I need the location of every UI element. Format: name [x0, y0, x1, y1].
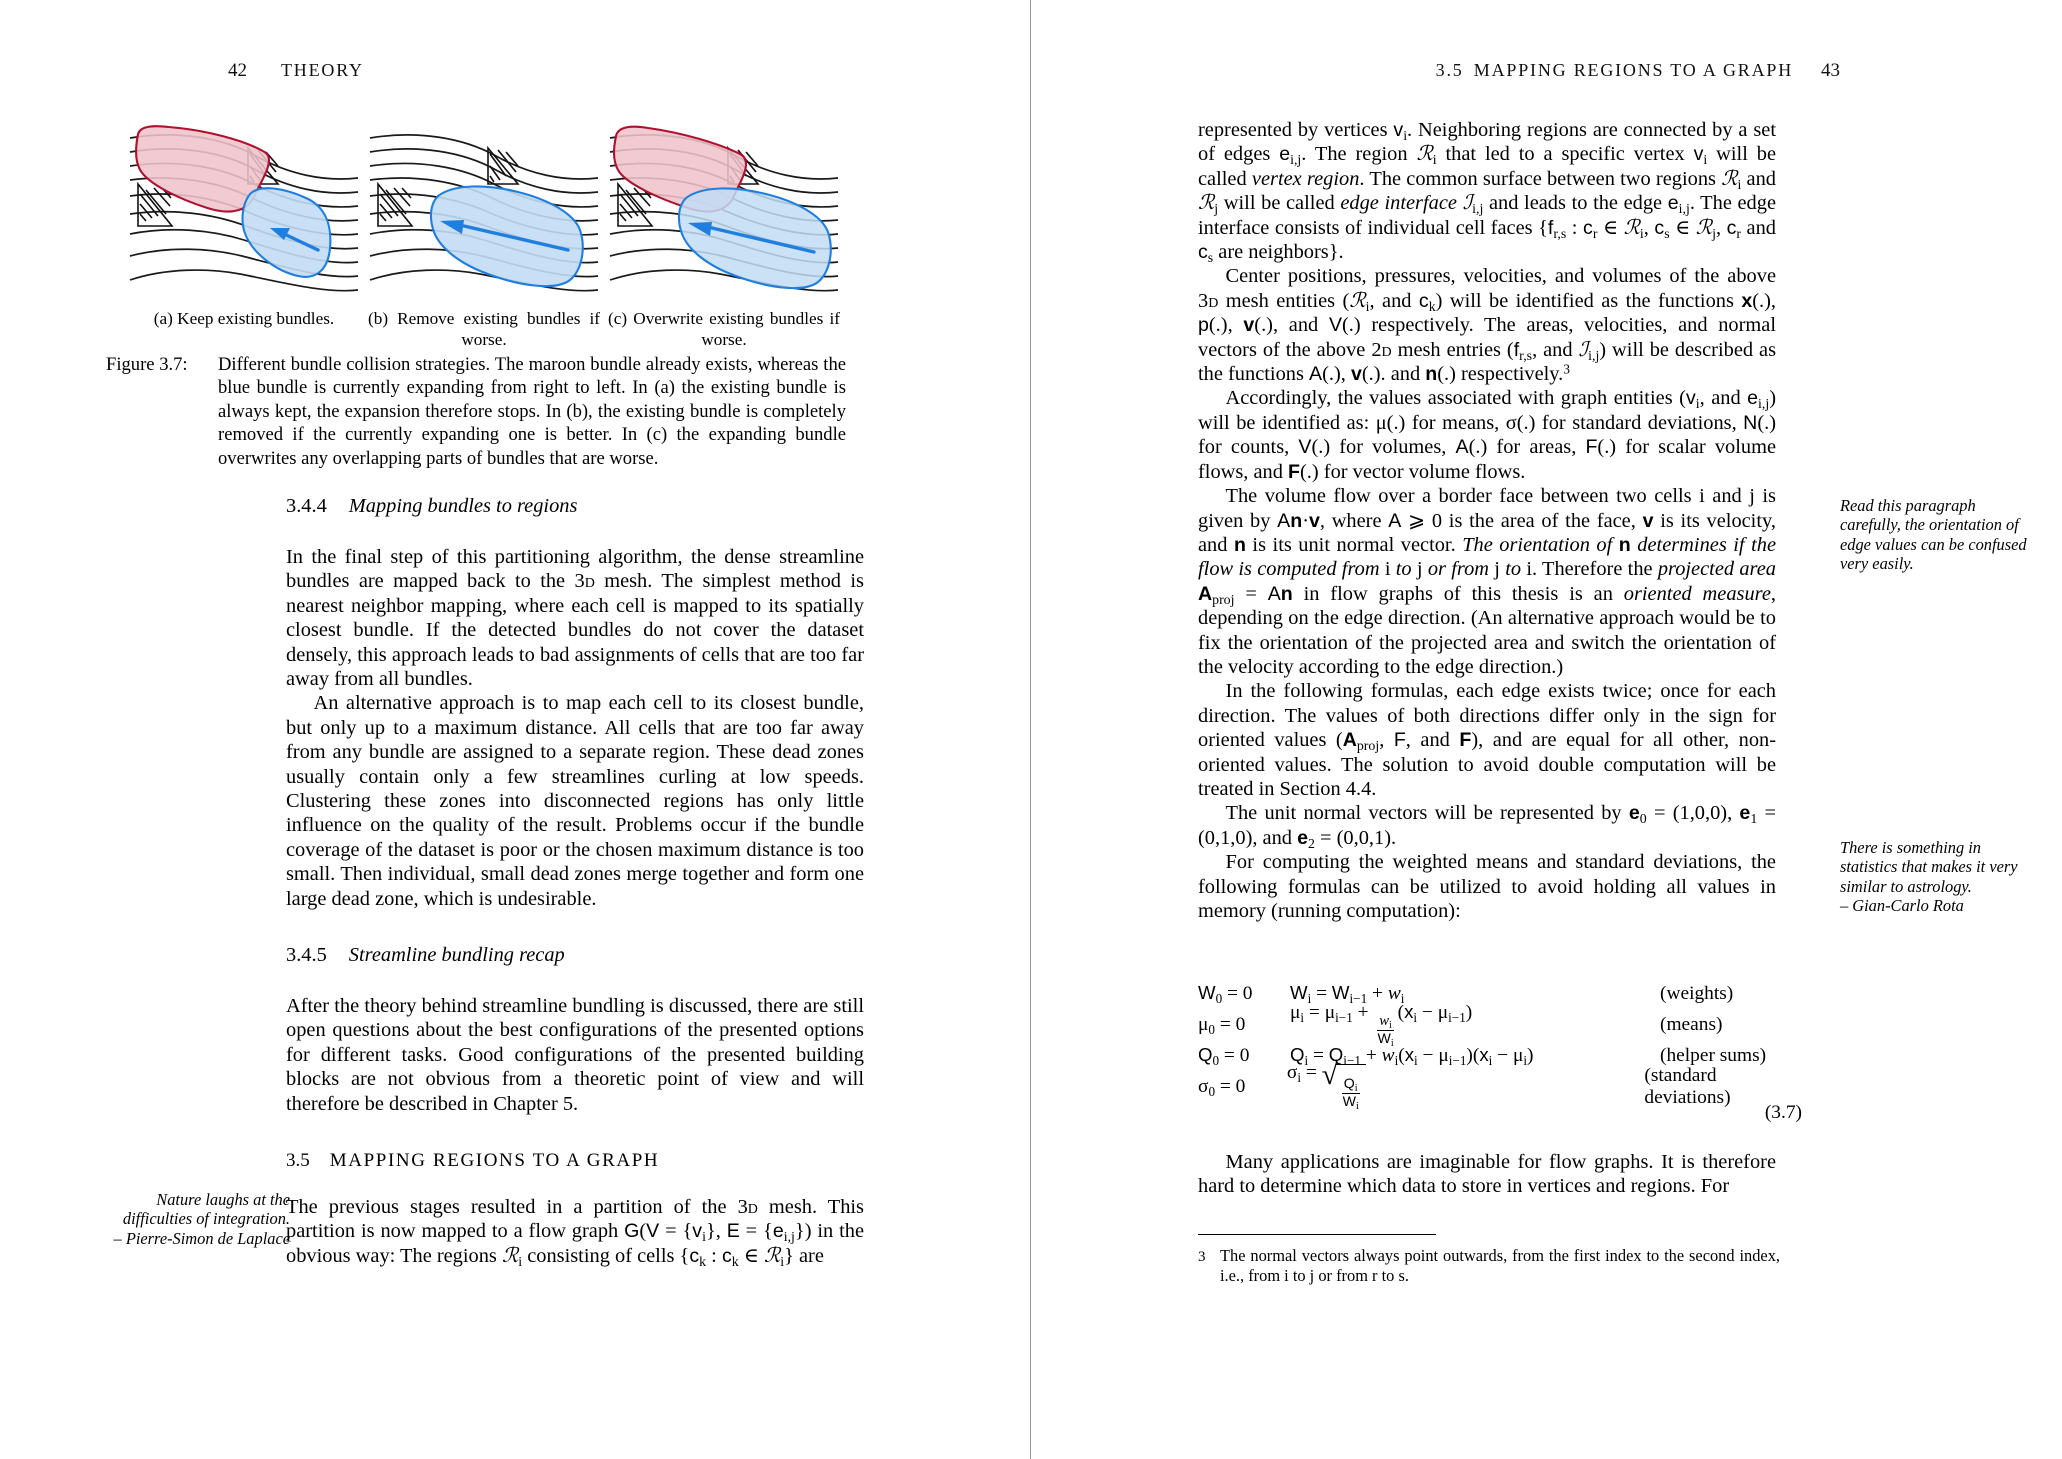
footnote-3: 3 The normal vectors always point outwar…: [1198, 1246, 1780, 1286]
equation-row-stddev: σ0 = 0 σi = √ Qi Wi (standard deviations): [1198, 1060, 1802, 1111]
subfigure-a: [128, 122, 360, 294]
equation-block-3-7: W0 = 0 Wi = Wi−1 + wi (weights) μ0 = 0 μ…: [1198, 978, 1802, 1123]
subsection-title-3-4-4: Mapping bundles to regions: [348, 495, 578, 517]
paragraph-r8: Many applications are imaginable for flo…: [1198, 1151, 1776, 1198]
left-running-title: THEORY: [281, 60, 364, 80]
right-body-text-lower: Many applications are imaginable for flo…: [1198, 1150, 1776, 1199]
equation-label-means: (means): [1660, 1013, 1723, 1035]
right-running-head: 3.5 MAPPING REGIONS TO A GRAPH 43: [1436, 60, 1840, 82]
subfigure-a-caption: (a) Keep existing bundles.: [153, 309, 335, 328]
paragraph-r4: The volume flow over a border face betwe…: [1198, 485, 1776, 678]
margin-note-rota: There is something in statistics that ma…: [1840, 838, 2030, 916]
equation-label-helper: (helper sums): [1660, 1044, 1767, 1066]
equation-label-weights: (weights): [1660, 982, 1734, 1004]
equation-init-weights: W0 = 0: [1198, 982, 1253, 1006]
left-running-head: 42 THEORY: [228, 60, 364, 82]
body-text-3-4-4: In the final step of this partitioning a…: [286, 545, 864, 911]
figure-caption-label: Figure 3.7:: [106, 354, 188, 375]
margin-note-orientation-text: Read this paragraph carefully, the orien…: [1840, 496, 2027, 574]
figure-3-7: (a) Keep existing bundles. (b) Remove ex…: [128, 122, 840, 350]
paragraph-35-1: The previous stages resulted in a partit…: [286, 1196, 865, 1270]
right-running-title: MAPPING REGIONS TO A GRAPH: [1473, 60, 1793, 80]
subfigure-c-graphic: [609, 125, 839, 292]
body-text-3-4-5: After the theory behind streamline bundl…: [286, 994, 864, 1116]
right-page: 3.5 MAPPING REGIONS TO A GRAPH 43 represe…: [1030, 0, 2062, 1459]
paragraph-r1: represented by vertices vi. Neighboring …: [1198, 119, 1777, 267]
equation-recur-stddev: σi = √ Qi Wi: [1287, 1060, 1644, 1112]
subfigure-b-graphic: [369, 134, 599, 292]
subsection-title-3-4-5: Streamline bundling recap: [348, 944, 565, 966]
equation-number-3-7: (3.7): [1764, 1102, 1802, 1123]
subsection-number-3-4-5: 3.4.5: [286, 944, 327, 966]
footnote-rule: [1198, 1234, 1436, 1235]
right-body-text-upper: represented by vertices vi. Neighboring …: [1198, 118, 1776, 923]
left-folio: 42: [228, 60, 247, 81]
equation-row-means: μ0 = 0 μi = μi−1 + wi Wi (xi − μi−1) (mean…: [1198, 1001, 1802, 1048]
body-text-3-5: The previous stages resulted in a partit…: [286, 1195, 865, 1270]
section-number-3-5: 3.5: [286, 1150, 310, 1171]
equation-init-helper: Q0 = 0: [1198, 1044, 1250, 1068]
paragraph-344-1: In the final step of this partitioning a…: [286, 546, 864, 691]
subfigure-b: [368, 122, 600, 294]
subsection-number-3-4-4: 3.4.4: [286, 495, 327, 517]
margin-note-orientation: Read this paragraph carefully, the orien…: [1840, 496, 2030, 574]
book-spread: 42 THEORY (a) Keep existing bundles. (b)…: [0, 0, 2062, 1459]
right-folio: 43: [1821, 60, 1840, 81]
subfigure-c-caption: (c) Overwrite existing bundles if worse.: [608, 309, 840, 349]
subfigure-captions: (a) Keep existing bundles. (b) Remove ex…: [128, 308, 840, 350]
footnote-marker: 3: [1198, 1249, 1206, 1265]
left-page: 42 THEORY (a) Keep existing bundles. (b)…: [0, 0, 1030, 1459]
subsection-heading-3-4-4: 3.4.4 Mapping bundles to regions: [286, 495, 577, 518]
margin-note-laplace: Nature laughs at the difficulties of int…: [100, 1190, 290, 1248]
margin-note-laplace-quote: Nature laughs at the difficulties of int…: [122, 1190, 290, 1229]
equation-recur-means: μi = μi−1 + wi Wi (xi − μi−1): [1290, 1001, 1473, 1049]
margin-note-rota-attribution: – Gian-Carlo Rota: [1840, 896, 1964, 916]
paragraph-r2: Center positions, pressures, velocities,…: [1198, 265, 1777, 386]
equation-init-stddev: σ0 = 0: [1198, 1075, 1246, 1099]
section-title-3-5: MAPPING REGIONS TO A GRAPH: [329, 1150, 660, 1171]
subsection-heading-3-4-5: 3.4.5 Streamline bundling recap: [286, 944, 565, 967]
footnote-text: The normal vectors always point outwards…: [1220, 1246, 1780, 1285]
paragraph-344-2: An alternative approach is to map each c…: [286, 692, 864, 910]
equation-init-means: μ0 = 0: [1198, 1013, 1246, 1037]
subfigure-a-graphic: [129, 125, 359, 292]
subfigure-b-caption: (b) Remove existing bundles if worse.: [368, 309, 600, 349]
margin-note-rota-quote: There is something in statistics that ma…: [1840, 838, 2018, 896]
subfigure-row: [128, 122, 840, 294]
figure-3-7-caption: Figure 3.7: Different bundle collision s…: [106, 353, 846, 470]
subfigure-c: [608, 122, 840, 294]
figure-caption-body: Different bundle collision strategies. T…: [218, 354, 846, 469]
section-heading-3-5: 3.5 MAPPING REGIONS TO A GRAPH: [286, 1150, 659, 1172]
paragraph-r5: In the following formulas, each edge exi…: [1198, 680, 1777, 800]
right-running-section-number: 3.5: [1435, 60, 1464, 80]
paragraph-r7: For computing the weighted means and sta…: [1198, 851, 1776, 922]
paragraph-r3: Accordingly, the values associated with …: [1198, 387, 1777, 483]
paragraph-r6: The unit normal vectors will be represen…: [1198, 802, 1776, 852]
paragraph-345-1: After the theory behind streamline bundl…: [286, 995, 864, 1115]
margin-note-laplace-attribution: – Pierre-Simon de Laplace: [113, 1228, 290, 1248]
